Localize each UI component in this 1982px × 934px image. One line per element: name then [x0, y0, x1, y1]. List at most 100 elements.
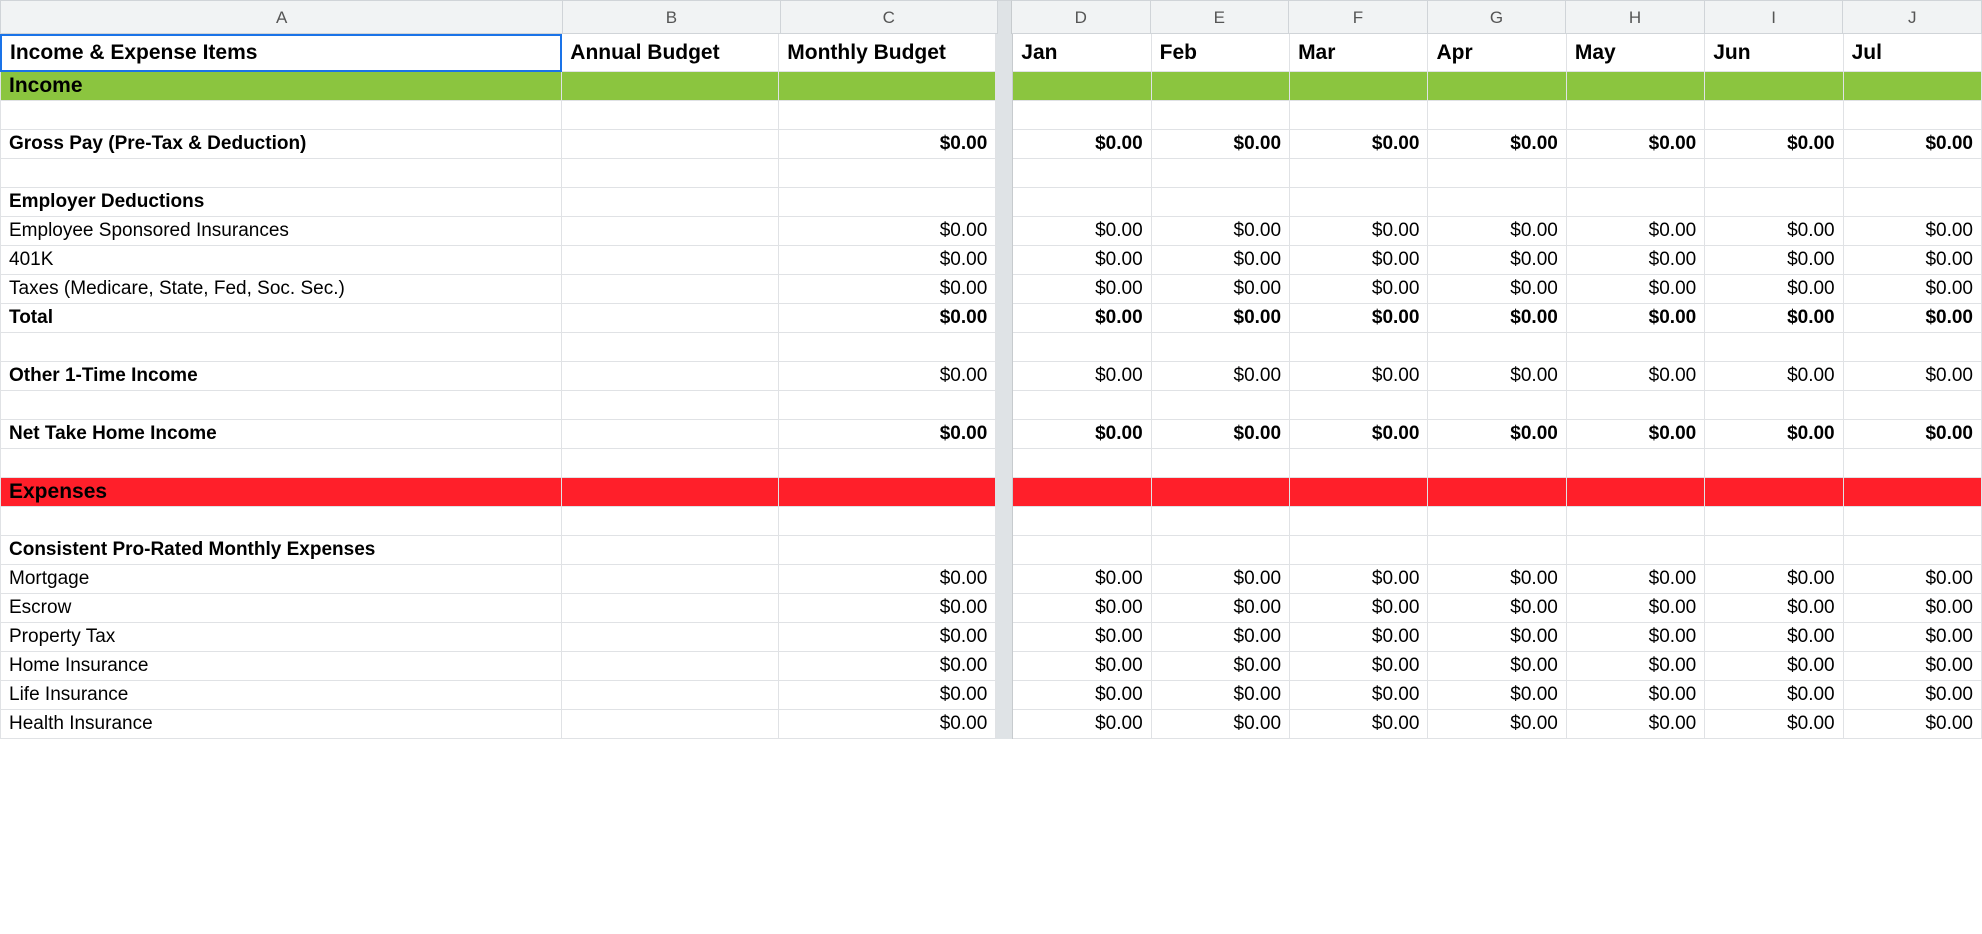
cell[interactable]: $0.00 [1152, 217, 1290, 246]
cell[interactable] [1013, 478, 1151, 507]
cell[interactable]: $0.00 [1428, 275, 1566, 304]
row-label[interactable]: Gross Pay (Pre-Tax & Deduction) [0, 130, 562, 159]
cell[interactable] [1705, 72, 1843, 101]
cell[interactable] [562, 188, 779, 217]
cell-I1[interactable]: Jun [1705, 34, 1843, 72]
cell[interactable] [1705, 159, 1843, 188]
cell[interactable] [1844, 449, 1982, 478]
cell[interactable] [1290, 391, 1428, 420]
cell[interactable]: $0.00 [1013, 362, 1151, 391]
cell[interactable]: $0.00 [1013, 420, 1151, 449]
cell[interactable]: $0.00 [1013, 304, 1151, 333]
cell[interactable] [0, 449, 562, 478]
cell[interactable]: $0.00 [1013, 710, 1151, 739]
cell[interactable] [1013, 449, 1151, 478]
cell[interactable] [1428, 478, 1566, 507]
col-header-D[interactable]: D [1012, 0, 1151, 34]
cell[interactable]: $0.00 [1844, 565, 1982, 594]
row-label[interactable]: Employee Sponsored Insurances [0, 217, 562, 246]
cell[interactable]: $0.00 [779, 362, 996, 391]
cell[interactable]: $0.00 [1428, 710, 1566, 739]
cell[interactable]: $0.00 [1567, 130, 1705, 159]
cell[interactable] [562, 391, 779, 420]
row-label[interactable]: Health Insurance [0, 710, 562, 739]
cell[interactable]: $0.00 [1705, 565, 1843, 594]
cell[interactable]: $0.00 [1152, 565, 1290, 594]
cell[interactable] [562, 478, 779, 507]
cell[interactable] [1152, 101, 1290, 130]
cell[interactable] [1013, 536, 1151, 565]
cell[interactable]: $0.00 [1567, 623, 1705, 652]
cell[interactable] [1428, 72, 1566, 101]
cell[interactable] [562, 159, 779, 188]
cell[interactable] [779, 333, 996, 362]
cell[interactable]: $0.00 [1013, 217, 1151, 246]
cell[interactable] [1013, 101, 1151, 130]
cell[interactable] [562, 536, 779, 565]
cell-H1[interactable]: May [1567, 34, 1705, 72]
cell[interactable]: $0.00 [1428, 246, 1566, 275]
cell[interactable]: $0.00 [1428, 130, 1566, 159]
cell[interactable] [1428, 159, 1566, 188]
cell[interactable] [1290, 478, 1428, 507]
cell[interactable]: $0.00 [1567, 681, 1705, 710]
cell[interactable] [1844, 333, 1982, 362]
cell[interactable] [562, 507, 779, 536]
cell[interactable] [1567, 536, 1705, 565]
cell[interactable]: $0.00 [1290, 217, 1428, 246]
cell[interactable]: $0.00 [1844, 652, 1982, 681]
cell[interactable]: $0.00 [1705, 217, 1843, 246]
cell[interactable]: $0.00 [1290, 275, 1428, 304]
cell[interactable]: $0.00 [1567, 275, 1705, 304]
cell[interactable]: $0.00 [1705, 362, 1843, 391]
cell[interactable] [1428, 536, 1566, 565]
cell[interactable] [562, 362, 779, 391]
cell-G1[interactable]: Apr [1428, 34, 1566, 72]
cell[interactable] [779, 188, 996, 217]
cell[interactable]: $0.00 [1152, 681, 1290, 710]
cell[interactable] [779, 101, 996, 130]
cell[interactable] [1152, 72, 1290, 101]
cell[interactable]: $0.00 [779, 565, 996, 594]
cell[interactable] [1705, 333, 1843, 362]
cell[interactable] [1013, 72, 1151, 101]
cell[interactable] [1152, 507, 1290, 536]
cell[interactable] [1152, 188, 1290, 217]
cell[interactable] [1705, 188, 1843, 217]
cell[interactable]: $0.00 [1705, 246, 1843, 275]
cell[interactable] [562, 623, 779, 652]
cell[interactable] [1567, 159, 1705, 188]
cell[interactable]: $0.00 [1290, 130, 1428, 159]
cell[interactable] [1290, 101, 1428, 130]
cell[interactable] [1844, 536, 1982, 565]
row-label[interactable]: Mortgage [0, 565, 562, 594]
cell[interactable]: $0.00 [1152, 246, 1290, 275]
cell[interactable] [562, 101, 779, 130]
cell[interactable] [1013, 391, 1151, 420]
cell[interactable] [1844, 391, 1982, 420]
cell[interactable]: $0.00 [1567, 217, 1705, 246]
cell[interactable] [562, 594, 779, 623]
cell[interactable] [562, 130, 779, 159]
cell[interactable]: $0.00 [779, 652, 996, 681]
cell[interactable]: $0.00 [1290, 710, 1428, 739]
row-label[interactable]: Life Insurance [0, 681, 562, 710]
cell[interactable]: $0.00 [1428, 594, 1566, 623]
cell[interactable]: $0.00 [1290, 565, 1428, 594]
cell[interactable]: $0.00 [1290, 623, 1428, 652]
cell[interactable]: $0.00 [1428, 420, 1566, 449]
cell[interactable]: $0.00 [1567, 362, 1705, 391]
cell[interactable] [562, 420, 779, 449]
cell[interactable]: $0.00 [779, 130, 996, 159]
cell[interactable] [1844, 478, 1982, 507]
cell[interactable]: $0.00 [1152, 710, 1290, 739]
row-label[interactable]: Property Tax [0, 623, 562, 652]
cell[interactable]: $0.00 [1428, 304, 1566, 333]
cell[interactable]: $0.00 [779, 420, 996, 449]
cell[interactable] [562, 217, 779, 246]
col-header-I[interactable]: I [1705, 0, 1844, 34]
cell[interactable] [1428, 449, 1566, 478]
col-header-C[interactable]: C [781, 0, 998, 34]
cell[interactable] [1290, 72, 1428, 101]
row-label[interactable]: Home Insurance [0, 652, 562, 681]
